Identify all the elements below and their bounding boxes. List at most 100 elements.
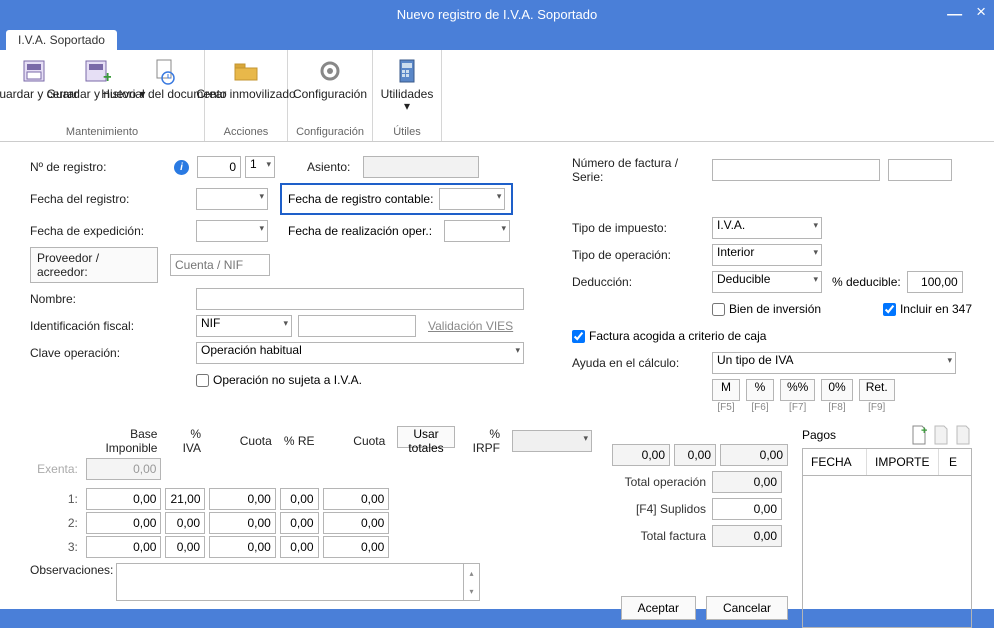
col-base-imponible: Base Imponible <box>84 424 164 457</box>
r3-label: 3: <box>30 535 84 559</box>
id-fiscal-label: Identificación fiscal: <box>30 319 168 333</box>
svg-text:+: + <box>921 425 927 437</box>
utilidades-button[interactable]: Utilidades ▾ <box>379 54 435 112</box>
usar-totales-button[interactable]: Usar totales <box>397 426 454 448</box>
col-pct-irpf: % IRPF <box>461 424 506 457</box>
bottom-section: Base Imponible % IVA Cuota % RE Cuota Us… <box>30 424 972 628</box>
col-cuota: Cuota <box>207 424 278 457</box>
r2-re[interactable] <box>280 512 319 534</box>
totals-column: Total operación [F4] Suplidos Total fact… <box>612 424 788 625</box>
r3-re[interactable] <box>280 536 319 558</box>
fecha-exped-input[interactable] <box>196 220 268 242</box>
edit-doc-icon[interactable] <box>932 424 950 446</box>
bien-inversion-checkbox[interactable]: Bien de inversión <box>712 302 821 316</box>
incluir-347-checkbox[interactable]: Incluir en 347 <box>883 302 972 316</box>
iva-grid: Base Imponible % IVA Cuota % RE Cuota Us… <box>30 424 598 606</box>
col-pct-iva: % IVA <box>163 424 207 457</box>
tab-iva-soportado[interactable]: I.V.A. Soportado <box>6 30 117 50</box>
tipo-impuesto-select[interactable]: I.V.A. <box>712 217 822 239</box>
fecha-registro-input[interactable] <box>196 188 268 210</box>
nombre-input[interactable] <box>196 288 524 310</box>
r2-cuota[interactable] <box>209 512 276 534</box>
window-title: Nuevo registro de I.V.A. Soportado <box>397 7 597 22</box>
obs-scroll[interactable]: ▴▾ <box>464 563 480 601</box>
serie-input[interactable] <box>888 159 952 181</box>
r2-iva[interactable] <box>165 512 205 534</box>
close-icon[interactable]: × <box>976 6 986 23</box>
total-factura-label: Total factura <box>612 529 712 543</box>
r1-cuota2[interactable] <box>323 488 390 510</box>
pagos-col-fecha: FECHA <box>803 449 867 475</box>
r3-base[interactable] <box>86 536 162 558</box>
id-fiscal-number-input[interactable] <box>298 315 416 337</box>
new-doc-icon[interactable]: + <box>910 424 928 446</box>
btn-m[interactable]: M <box>712 379 740 401</box>
right-column: Número de factura / Serie: Tipo de impue… <box>572 156 972 418</box>
r3-cuota2[interactable] <box>323 536 390 558</box>
minimize-icon[interactable]: — <box>947 6 962 23</box>
ayuda-calculo-select[interactable]: Un tipo de IVA <box>712 352 956 374</box>
irpf-pct[interactable] <box>674 444 716 466</box>
total-factura-input[interactable] <box>712 525 782 547</box>
n-registro-input[interactable] <box>197 156 241 178</box>
fecha-registro-label: Fecha del registro: <box>30 192 168 206</box>
exenta-base[interactable] <box>86 458 162 480</box>
aceptar-button[interactable]: Aceptar <box>621 596 696 620</box>
n-registro-sec[interactable]: 1 <box>245 156 275 178</box>
cancelar-button[interactable]: Cancelar <box>706 596 788 620</box>
tipo-operacion-label: Tipo de operación: <box>572 248 712 262</box>
tipo-operacion-select[interactable]: Interior <box>712 244 822 266</box>
id-fiscal-select[interactable]: NIF <box>196 315 292 337</box>
ribbon-group-utiles: Utilidades ▾ Útiles <box>373 50 442 141</box>
fecha-real-oper-input[interactable] <box>444 220 510 242</box>
group-label: Configuración <box>294 124 366 141</box>
r2-base[interactable] <box>86 512 162 534</box>
num-factura-input[interactable] <box>712 159 880 181</box>
btn-ret[interactable]: Ret. <box>859 379 895 401</box>
r2-label: 2: <box>30 511 84 535</box>
fecha-real-oper-label: Fecha de realización oper.: <box>288 224 444 238</box>
clave-op-select[interactable]: Operación habitual <box>196 342 524 364</box>
left-column: Nº de registro: i 1 Asiento: Fecha del r… <box>30 156 532 418</box>
total-operacion-input[interactable] <box>712 471 782 493</box>
asiento-input[interactable] <box>363 156 479 178</box>
r1-base[interactable] <box>86 488 162 510</box>
proveedor-label[interactable]: Proveedor / acreedor: <box>30 247 158 283</box>
r1-iva[interactable] <box>165 488 205 510</box>
pct-deducible-input[interactable] <box>907 271 963 293</box>
suplidos-input[interactable] <box>712 498 782 520</box>
irpf-select[interactable] <box>512 430 592 452</box>
r1-cuota[interactable] <box>209 488 276 510</box>
r3-cuota[interactable] <box>209 536 276 558</box>
title-bar: Nuevo registro de I.V.A. Soportado — × <box>0 0 994 28</box>
irpf-base[interactable] <box>612 444 670 466</box>
ribbon-group-mantenimiento: Guardar y cerrar + Guardar y nuevo ▾ His… <box>0 50 205 141</box>
info-icon[interactable]: i <box>174 160 189 175</box>
btn-0pct[interactable]: 0% <box>821 379 852 401</box>
obs-label: Observaciones: <box>30 563 116 577</box>
r1-re[interactable] <box>280 488 319 510</box>
btn-pctpct[interactable]: %% <box>780 379 815 401</box>
clave-op-label: Clave operación: <box>30 346 168 360</box>
proveedor-input[interactable] <box>170 254 270 276</box>
observaciones-textarea[interactable] <box>116 563 464 601</box>
history-icon <box>147 54 181 88</box>
pagos-table[interactable]: FECHA IMPORTE E <box>802 448 972 628</box>
deduccion-select[interactable]: Deducible <box>712 271 822 293</box>
btn-pct[interactable]: % <box>746 379 774 401</box>
fecha-reg-contable-input[interactable] <box>439 188 505 210</box>
op-no-sujeta-checkbox[interactable]: Operación no sujeta a I.V.A. <box>196 373 362 387</box>
validacion-vies-link[interactable]: Validación VIES <box>428 319 513 333</box>
factura-caja-checkbox[interactable]: Factura acogida a criterio de caja <box>572 329 766 343</box>
irpf-cuota[interactable] <box>720 444 788 466</box>
calculator-icon <box>390 54 424 88</box>
r2-cuota2[interactable] <box>323 512 390 534</box>
r3-iva[interactable] <box>165 536 205 558</box>
nombre-label: Nombre: <box>30 292 168 306</box>
pct-deducible-label: % deducible: <box>832 275 901 289</box>
col-cuota2: Cuota <box>321 424 392 457</box>
exenta-label: Exenta: <box>30 457 84 481</box>
window-controls: — × <box>947 6 986 23</box>
pagos-panel: Pagos + FECHA IMPORTE E <box>802 424 972 628</box>
del-doc-icon[interactable] <box>954 424 972 446</box>
